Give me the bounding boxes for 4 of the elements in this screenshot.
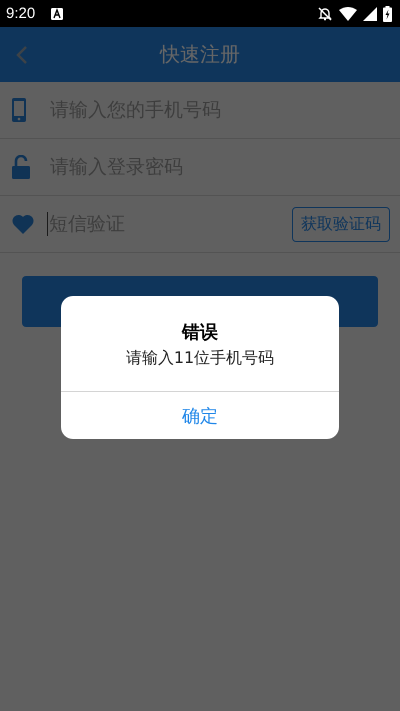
dialog-message: 请输入11位手机号码 — [126, 348, 274, 369]
dialog-title: 错误 — [182, 321, 218, 344]
page-title: 快速注册 — [160, 41, 240, 68]
status-time: 9:20 — [6, 5, 36, 22]
